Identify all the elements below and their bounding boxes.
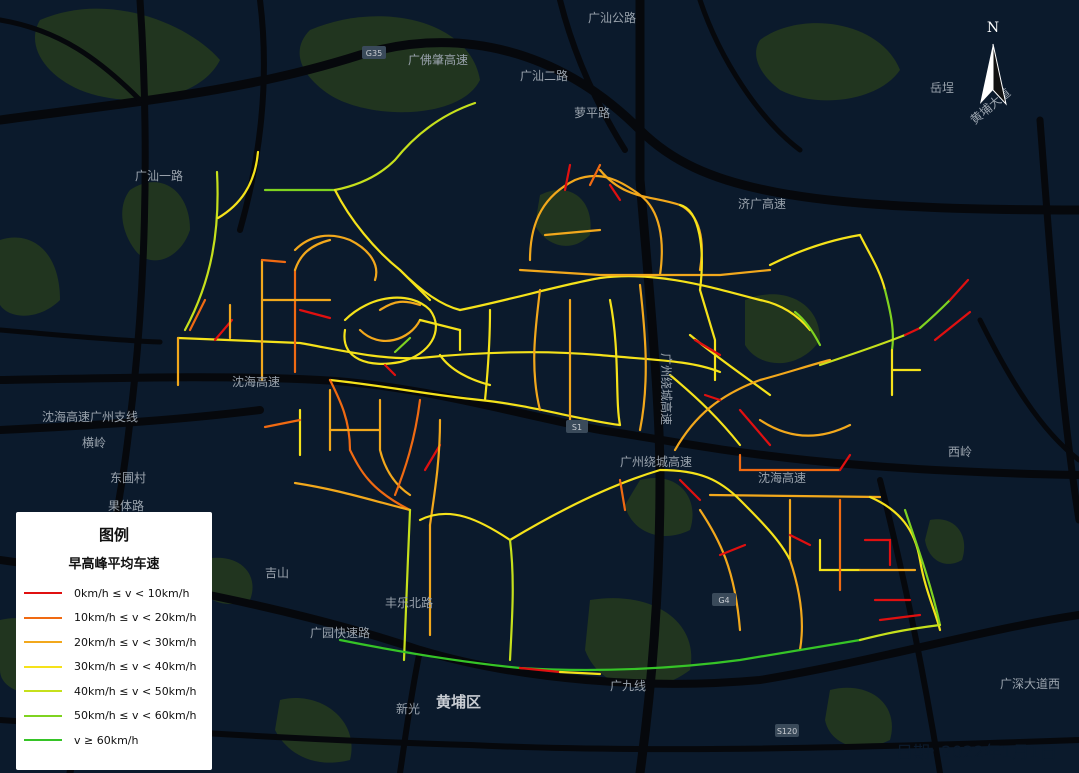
label-luoping: 萝平路 (574, 105, 610, 120)
label-guangfozhao: 广佛肇高速 (408, 52, 468, 67)
legend-swatch (24, 690, 62, 693)
label-dongtian: 东圃村 (110, 471, 146, 485)
legend-item: 10km/h ≤ v < 20km/h (24, 606, 204, 631)
shield-g4: G4 (718, 596, 729, 605)
legend-item: 20km/h ≤ v < 30km/h (24, 630, 204, 655)
legend-swatch (24, 641, 62, 644)
label-guangzhou-huancheng: 广州绕城高速 (620, 454, 692, 469)
label-jishan: 吉山 (265, 566, 289, 580)
legend-item: 30km/h ≤ v < 40km/h (24, 655, 204, 680)
legend-swatch (24, 592, 62, 595)
label-jiguang: 济广高速 (738, 196, 786, 211)
label-guangshan-erlu: 广汕二路 (520, 68, 568, 83)
legend-title: 图例 (98, 526, 129, 544)
label-guangyuan: 广园快速路 (310, 625, 370, 640)
label-shenhai2: 沈海高速 (758, 470, 806, 485)
label-guangjiu: 广九线 (610, 679, 646, 693)
legend-item: 50km/h ≤ v < 60km/h (24, 704, 204, 729)
label-guangzhou-huancheng2: 广州绕城高速 (659, 353, 674, 425)
legend-panel: 图例 早高峰平均车速 0km/h ≤ v < 10km/h 10km/h ≤ v… (16, 512, 212, 770)
legend-swatch (24, 665, 62, 668)
shield-g35: G35 (366, 49, 382, 58)
legend-item-label: 50km/h ≤ v < 60km/h (74, 709, 197, 723)
legend-item-label: 10km/h ≤ v < 20km/h (74, 611, 197, 625)
legend-swatch (24, 714, 62, 717)
legend-item-label: v ≥ 60km/h (74, 733, 139, 747)
legend-item-label: 20km/h ≤ v < 30km/h (74, 635, 197, 649)
shield-s1: S1 (572, 423, 582, 432)
shield-s120: S120 (777, 727, 797, 736)
legend-item: 0km/h ≤ v < 10km/h (24, 581, 204, 606)
legend-item: v ≥ 60km/h (24, 728, 204, 753)
label-huangcun: 横岭 (82, 436, 106, 450)
date-stamp: 日期: 2022年1月1日 (895, 743, 1057, 763)
label-shenhai-gz: 沈海高速广州支线 (42, 409, 138, 424)
legend-item-label: 30km/h ≤ v < 40km/h (74, 660, 197, 674)
label-shenhai: 沈海高速 (232, 374, 280, 389)
label-fengle: 丰乐北路 (385, 595, 433, 610)
label-xiling: 西岭 (948, 445, 972, 459)
label-guangshen: 广深大道西 (1000, 677, 1060, 691)
north-arrow: N (976, 20, 1010, 112)
legend-swatch (24, 616, 62, 619)
label-guoti: 果体路 (108, 498, 144, 513)
north-arrow-icon (980, 43, 1007, 106)
label-guangshan-yilu: 广汕一路 (135, 168, 183, 183)
legend-swatch (24, 739, 62, 742)
label-guangshan-gonglu: 广汕公路 (588, 10, 636, 25)
label-xinguang: 新光 (396, 701, 420, 716)
north-letter: N (986, 20, 1000, 36)
label-huangpu: 黄埔区 (436, 693, 481, 711)
legend-item-label: 40km/h ≤ v < 50km/h (74, 684, 197, 698)
legend-item-label: 0km/h ≤ v < 10km/h (74, 586, 190, 600)
label-yuehuang: 岳埕 (930, 81, 954, 95)
legend-item: 40km/h ≤ v < 50km/h (24, 679, 204, 704)
legend-subtitle: 早高峰平均车速 (68, 557, 160, 572)
